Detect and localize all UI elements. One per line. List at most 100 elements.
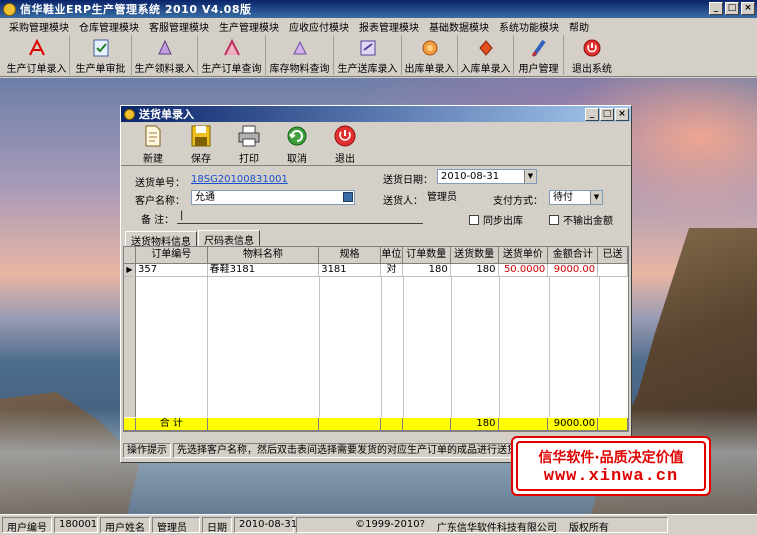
status-date: 2010-08-31 bbox=[234, 517, 297, 533]
menu-reports[interactable]: 报表管理模块 bbox=[354, 19, 424, 34]
status-user-name: 管理员 bbox=[152, 517, 200, 534]
sync-outbound-checkbox[interactable]: 同步出库 bbox=[469, 212, 523, 227]
status-user-name-label: 用户姓名 bbox=[100, 517, 150, 534]
total-delivery-qty: 180 bbox=[450, 418, 499, 431]
toolbar-exit-button[interactable]: 退出系统 bbox=[564, 35, 620, 75]
order-no-label: 送货单号： bbox=[135, 178, 185, 189]
table-row[interactable]: ▶ 357 春鞋3181 3181 对 180 180 50.0000 9000… bbox=[124, 264, 628, 277]
grid-total-row: 合 计 180 9000.00 bbox=[124, 418, 628, 431]
dialog-title-bar: 送货单录入 _ □ × bbox=[121, 106, 631, 122]
col-material[interactable]: 物料名称 bbox=[207, 247, 320, 264]
save-button[interactable]: 保存 bbox=[177, 122, 225, 165]
material-icon bbox=[154, 37, 176, 58]
status-date-label: 日期 bbox=[202, 517, 232, 534]
exit-icon bbox=[581, 37, 603, 58]
remark-label: 备 注： bbox=[141, 215, 175, 226]
col-amount[interactable]: 金额合计 bbox=[548, 247, 599, 264]
deliverer-label: 送货人： bbox=[383, 196, 423, 207]
col-price[interactable]: 送货单价 bbox=[498, 247, 549, 264]
status-user-no-label: 用户编号 bbox=[2, 517, 52, 534]
col-order-no[interactable]: 订单编号 bbox=[135, 247, 208, 264]
grid-header: 订单编号 物料名称 规格 单位 订单数量 送货数量 送货单价 金额合计 已送 bbox=[124, 247, 628, 264]
delivery-icon bbox=[357, 37, 379, 58]
dialog-maximize-button[interactable]: □ bbox=[600, 108, 614, 121]
delivery-date-picker[interactable]: 2010-08-31 ▼ bbox=[437, 169, 537, 184]
exit-icon bbox=[332, 124, 358, 148]
user-icon bbox=[528, 37, 550, 58]
chevron-down-icon: ▼ bbox=[524, 170, 536, 183]
delivery-grid: 订单编号 物料名称 规格 单位 订单数量 送货数量 送货单价 金额合计 已送 ▶… bbox=[123, 246, 629, 432]
query-icon bbox=[221, 37, 243, 58]
customer-lookup-icon[interactable] bbox=[343, 192, 353, 202]
hint-caption: 操作提示 bbox=[123, 443, 171, 458]
dialog-title: 送货单录入 bbox=[139, 108, 194, 121]
menu-customer[interactable]: 客服管理模块 bbox=[144, 19, 214, 34]
save-icon bbox=[188, 124, 214, 148]
customer-input[interactable]: 允通 bbox=[191, 190, 355, 205]
toolbar-stock-query-button[interactable]: 库存物料查询 bbox=[266, 35, 334, 75]
remark-input[interactable]: | bbox=[177, 209, 423, 224]
col-unit[interactable]: 单位 bbox=[380, 247, 403, 264]
stock-icon bbox=[289, 37, 311, 58]
menu-receivable[interactable]: 应收应付模块 bbox=[284, 19, 354, 34]
exit-dialog-button[interactable]: 退出 bbox=[321, 122, 369, 165]
col-spec[interactable]: 规格 bbox=[319, 247, 381, 264]
dialog-toolbar: 新建 保存 打印 取消 退出 bbox=[121, 122, 631, 166]
print-button[interactable]: 打印 bbox=[225, 122, 273, 165]
row-indicator-header bbox=[124, 247, 136, 264]
order-no-value[interactable]: 18SG20100831001 bbox=[191, 174, 288, 185]
status-bar: 用户编号 180001 用户姓名 管理员 日期 2010-08-31 ©1999… bbox=[0, 514, 757, 535]
toolbar-material-button[interactable]: 生产领料录入 bbox=[132, 35, 198, 75]
close-button[interactable]: × bbox=[741, 2, 755, 15]
total-label: 合 计 bbox=[135, 418, 208, 431]
menu-basedata[interactable]: 基础数据模块 bbox=[424, 19, 494, 34]
customer-label: 客户名称： bbox=[135, 196, 185, 207]
inbound-icon bbox=[475, 37, 497, 58]
toolbar-user-button[interactable]: 用户管理 bbox=[514, 35, 564, 75]
toolbar-order-entry-button[interactable]: 生产订单录入 bbox=[4, 35, 70, 75]
maximize-button[interactable]: □ bbox=[725, 2, 739, 15]
cancel-icon bbox=[284, 124, 310, 148]
payment-label: 支付方式： bbox=[493, 196, 543, 207]
menu-warehouse[interactable]: 仓库管理模块 bbox=[74, 19, 144, 34]
dialog-close-button[interactable]: × bbox=[615, 108, 629, 121]
cancel-button[interactable]: 取消 bbox=[273, 122, 321, 165]
toolbar-order-query-button[interactable]: 生产订单查询 bbox=[198, 35, 266, 75]
payment-select[interactable]: 待付 ▼ bbox=[549, 190, 603, 205]
total-amount: 9000.00 bbox=[548, 418, 599, 431]
menu-purchase[interactable]: 采购管理模块 bbox=[4, 19, 74, 34]
status-user-no: 180001 bbox=[54, 517, 98, 533]
toolbar-delivery-entry-button[interactable]: 生产送库录入 bbox=[334, 35, 402, 75]
date-label: 送货日期： bbox=[383, 175, 433, 186]
menu-bar: 采购管理模块 仓库管理模块 客服管理模块 生产管理模块 应收应付模块 报表管理模… bbox=[0, 18, 757, 34]
menu-help[interactable]: 帮助 bbox=[564, 19, 594, 34]
col-order-qty[interactable]: 订单数量 bbox=[402, 247, 451, 264]
col-sent[interactable]: 已送 bbox=[598, 247, 628, 264]
no-amount-checkbox[interactable]: 不输出金额 bbox=[549, 212, 613, 227]
tab-bar: 送货物料信息 尺码表信息 bbox=[121, 230, 631, 248]
main-title-bar: 信华鞋业ERP生产管理系统 2010 V4.08版 _ □ × bbox=[0, 0, 757, 18]
toolbar-outbound-button[interactable]: 出库单录入 bbox=[402, 35, 458, 75]
promo-badge: 信华软件·品质决定价值 www.xinwa.cn bbox=[511, 436, 711, 496]
new-icon bbox=[140, 124, 166, 148]
menu-production[interactable]: 生产管理模块 bbox=[214, 19, 284, 34]
chevron-down-icon: ▼ bbox=[590, 191, 602, 204]
window-title: 信华鞋业ERP生产管理系统 2010 V4.08版 bbox=[20, 3, 252, 16]
minimize-button[interactable]: _ bbox=[709, 2, 723, 15]
deliverer-field[interactable]: 管理员 bbox=[423, 190, 479, 205]
app-logo-icon bbox=[3, 2, 16, 16]
menu-system[interactable]: 系统功能模块 bbox=[494, 19, 564, 34]
promo-slogan: 信华软件·品质决定价值 bbox=[538, 449, 684, 466]
grid-empty-area bbox=[124, 277, 628, 417]
delivery-form: 送货单号： 18SG20100831001 送货日期： 2010-08-31 ▼… bbox=[121, 166, 631, 230]
pdf-icon bbox=[26, 37, 48, 58]
toolbar-inbound-button[interactable]: 入库单录入 bbox=[458, 35, 514, 75]
tab-size-chart[interactable]: 尺码表信息 bbox=[198, 230, 260, 247]
main-toolbar: 生产订单录入 生产单审批 生产领料录入 生产订单查询 库存物料查询 生产送库录入… bbox=[0, 35, 757, 77]
dialog-minimize-button[interactable]: _ bbox=[585, 108, 599, 121]
row-selected-icon: ▶ bbox=[124, 264, 136, 277]
new-button[interactable]: 新建 bbox=[129, 122, 177, 165]
col-delivery-qty[interactable]: 送货数量 bbox=[450, 247, 499, 264]
toolbar-approve-button[interactable]: 生产单审批 bbox=[70, 35, 132, 75]
tab-delivery-materials[interactable]: 送货物料信息 bbox=[125, 231, 197, 248]
